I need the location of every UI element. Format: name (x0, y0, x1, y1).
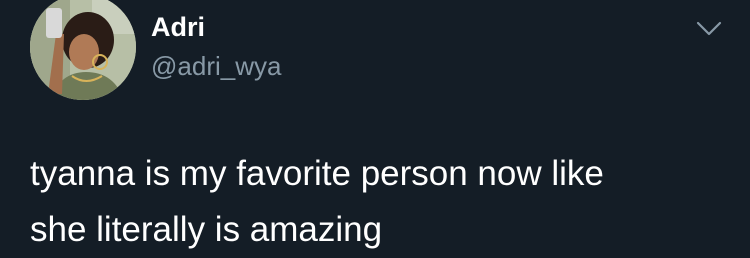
avatar[interactable] (30, 0, 136, 100)
tweet-text: tyanna is my favorite person now like sh… (30, 146, 730, 258)
tweet-text-line: she literally is amazing (30, 210, 383, 249)
user-handle[interactable]: @adri_wya (151, 50, 281, 82)
chevron-down-icon[interactable] (694, 18, 724, 40)
tweet: Adri @adri_wya tyanna is my favorite per… (0, 0, 750, 249)
tweet-text-line: tyanna is my favorite person now like (30, 154, 604, 193)
avatar-image (30, 0, 136, 100)
display-name[interactable]: Adri (151, 10, 205, 44)
